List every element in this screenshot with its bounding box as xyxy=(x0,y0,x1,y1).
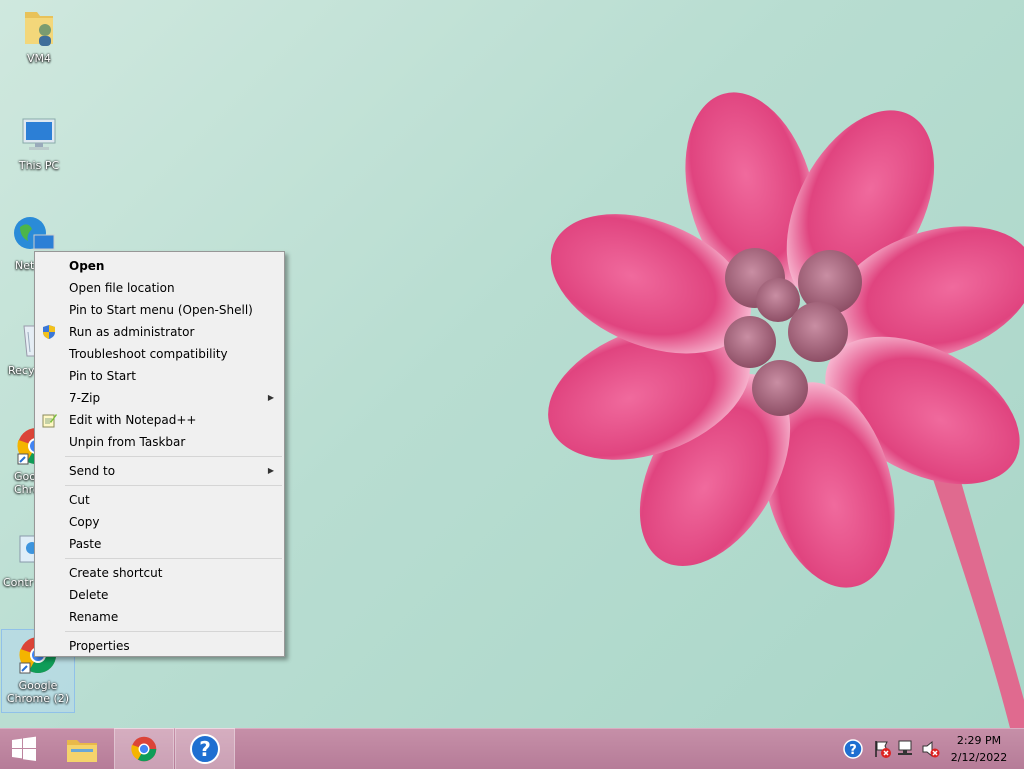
clock-date: 2/12/2022 xyxy=(950,751,1008,764)
menu-item-label: Delete xyxy=(69,588,109,602)
menu-separator xyxy=(65,485,282,486)
windows-logo-icon xyxy=(12,736,36,761)
menu-item-label: Cut xyxy=(69,493,90,507)
context-menu: Open Open file location Pin to Start men… xyxy=(34,251,285,657)
clock-time: 2:29 PM xyxy=(956,734,1002,747)
computer-icon xyxy=(17,113,61,157)
svg-text:?: ? xyxy=(849,743,857,758)
menu-separator xyxy=(65,631,282,632)
desktop-icon-label: Recy xyxy=(8,364,35,377)
menu-item-label: 7-Zip xyxy=(69,391,101,405)
menu-item-unpin-from-taskbar[interactable]: Unpin from Taskbar xyxy=(35,431,284,453)
help-tray-icon[interactable]: ? xyxy=(843,739,863,759)
desktop-icon-label: Contr xyxy=(3,576,34,589)
volume-muted-icon[interactable] xyxy=(920,739,940,759)
desktop-icon-label: This PC xyxy=(18,159,60,172)
menu-item-pin-to-start[interactable]: Pin to Start xyxy=(35,365,284,387)
menu-item-label: Open xyxy=(69,259,105,273)
menu-item-label: Rename xyxy=(69,610,119,624)
menu-item-label: Properties xyxy=(69,639,130,653)
menu-item-edit-with-notepad-plus-plus[interactable]: Edit with Notepad++ xyxy=(35,409,284,431)
taskbar-google-chrome[interactable] xyxy=(114,728,174,769)
menu-item-label: Run as administrator xyxy=(69,325,195,339)
help-question-icon: ? xyxy=(190,734,220,764)
menu-item-label: Open file location xyxy=(69,281,175,295)
menu-item-label: Create shortcut xyxy=(69,566,163,580)
network-tray-icon[interactable] xyxy=(896,739,916,759)
menu-item-label: Copy xyxy=(69,515,100,529)
menu-item-7-zip[interactable]: 7-Zip ▶ xyxy=(35,387,284,409)
menu-item-properties[interactable]: Properties xyxy=(35,635,284,657)
menu-item-delete[interactable]: Delete xyxy=(35,584,284,606)
menu-item-label: Pin to Start xyxy=(69,369,136,383)
svg-text:?: ? xyxy=(199,737,211,761)
menu-item-send-to[interactable]: Send to ▶ xyxy=(35,460,284,482)
desktop-icon-label: VM4 xyxy=(26,52,51,65)
file-explorer-icon xyxy=(67,740,97,762)
desktop-icon-label: Google Chrome (2) xyxy=(6,679,70,705)
start-button[interactable] xyxy=(0,729,48,769)
menu-item-label: Unpin from Taskbar xyxy=(69,435,186,449)
taskbar: ? ? 2:29 PM 2/12/2022 xyxy=(0,728,1024,769)
menu-item-copy[interactable]: Copy xyxy=(35,511,284,533)
menu-item-paste[interactable]: Paste xyxy=(35,533,284,555)
menu-item-pin-to-start-menu-open-shell[interactable]: Pin to Start menu (Open-Shell) xyxy=(35,299,284,321)
menu-item-label: Troubleshoot compatibility xyxy=(69,347,228,361)
menu-separator xyxy=(65,456,282,457)
menu-item-label: Edit with Notepad++ xyxy=(69,413,197,427)
user-folder-icon xyxy=(17,6,61,50)
action-center-flag-icon[interactable] xyxy=(872,739,892,759)
submenu-arrow-icon: ▶ xyxy=(267,393,274,402)
menu-item-run-as-administrator[interactable]: Run as administrator xyxy=(35,321,284,343)
desktop-icon-vm4[interactable]: VM4 xyxy=(3,6,75,65)
menu-item-cut[interactable]: Cut xyxy=(35,489,284,511)
uac-shield-icon xyxy=(41,324,57,340)
menu-item-label: Send to xyxy=(69,464,116,478)
desktop-icon-label: Net xyxy=(15,259,35,272)
taskbar-clock[interactable]: 2:29 PM 2/12/2022 xyxy=(944,732,1014,766)
menu-item-open[interactable]: Open xyxy=(35,255,284,277)
taskbar-help-and-support[interactable]: ? xyxy=(175,728,235,769)
chrome-icon xyxy=(131,736,157,762)
menu-item-rename[interactable]: Rename xyxy=(35,606,284,628)
menu-item-label: Pin to Start menu (Open-Shell) xyxy=(69,303,253,317)
taskbar-file-explorer[interactable] xyxy=(53,729,111,769)
menu-separator xyxy=(65,558,282,559)
notepad-plus-plus-icon xyxy=(41,412,57,428)
submenu-arrow-icon: ▶ xyxy=(267,466,274,475)
menu-item-label: Paste xyxy=(69,537,102,551)
desktop-icon-label: Goo Chro xyxy=(14,470,40,496)
desktop-icon-this-pc[interactable]: This PC xyxy=(3,113,75,172)
menu-item-open-file-location[interactable]: Open file location xyxy=(35,277,284,299)
menu-item-troubleshoot-compatibility[interactable]: Troubleshoot compatibility xyxy=(35,343,284,365)
menu-item-create-shortcut[interactable]: Create shortcut xyxy=(35,562,284,584)
